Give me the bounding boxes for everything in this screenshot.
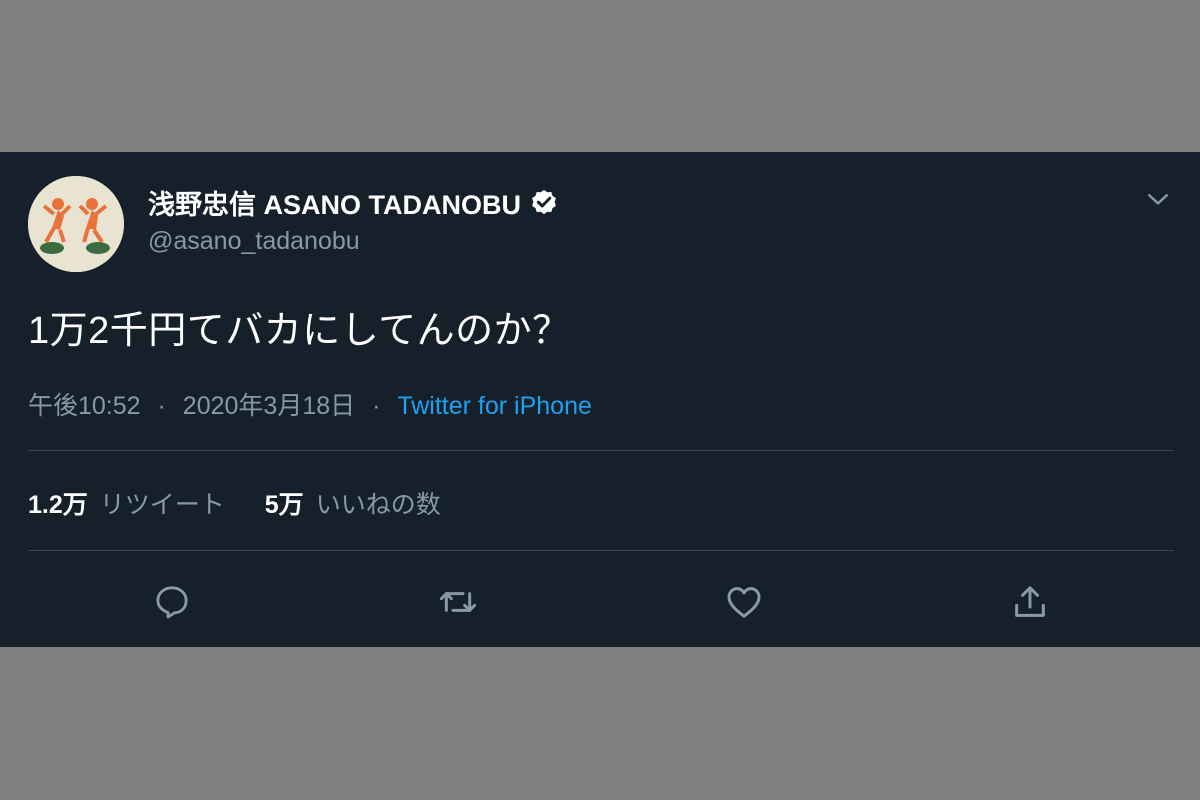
like-label: いいねの数 [315, 491, 441, 519]
tweet-stats: 1.2万 リツイート 5万 いいねの数 [28, 485, 441, 521]
like-button[interactable] [724, 582, 764, 622]
like-count: 5万 [264, 491, 304, 519]
meta-separator: · [157, 392, 166, 420]
share-icon [1015, 586, 1045, 617]
chevron-down-icon[interactable] [1143, 184, 1173, 214]
author-name[interactable]: 浅野忠信 ASANO TADANOBU [148, 183, 559, 222]
display-name-text: 浅野忠信 ASANO TADANOBU [148, 190, 521, 220]
avatar[interactable] [28, 176, 124, 272]
verified-badge-icon [529, 188, 559, 218]
like-icon [727, 587, 761, 618]
reply-button[interactable] [152, 582, 192, 622]
like-stat[interactable]: 5万 いいねの数 [265, 485, 441, 521]
author-handle[interactable]: @asano_tadanobu [148, 227, 360, 256]
reply-icon [156, 586, 188, 619]
meta-separator: · [372, 392, 381, 420]
retweet-label: リツイート [99, 491, 225, 519]
tweet-meta: 午後10:52 · 2020年3月18日 · Twitter for iPhon… [28, 386, 592, 422]
retweet-count: 1.2万 [28, 491, 88, 519]
avatar-image [28, 176, 124, 272]
retweet-button[interactable] [438, 582, 478, 622]
tweet-text: 1万2千円てバカにしてんのか？ [28, 310, 571, 352]
tweet-source-link[interactable]: Twitter for iPhone [397, 392, 592, 420]
divider [28, 450, 1174, 451]
divider [28, 550, 1174, 551]
tweet-time[interactable]: 午後10:52 [28, 392, 141, 420]
tweet-date[interactable]: 2020年3月18日 [183, 392, 355, 420]
retweet-icon [439, 592, 477, 612]
retweet-stat[interactable]: 1.2万 リツイート [28, 485, 225, 521]
tweet-card: 浅野忠信 ASANO TADANOBU @asano_tadanobu 1万2千… [0, 152, 1200, 647]
share-button[interactable] [1010, 582, 1050, 622]
